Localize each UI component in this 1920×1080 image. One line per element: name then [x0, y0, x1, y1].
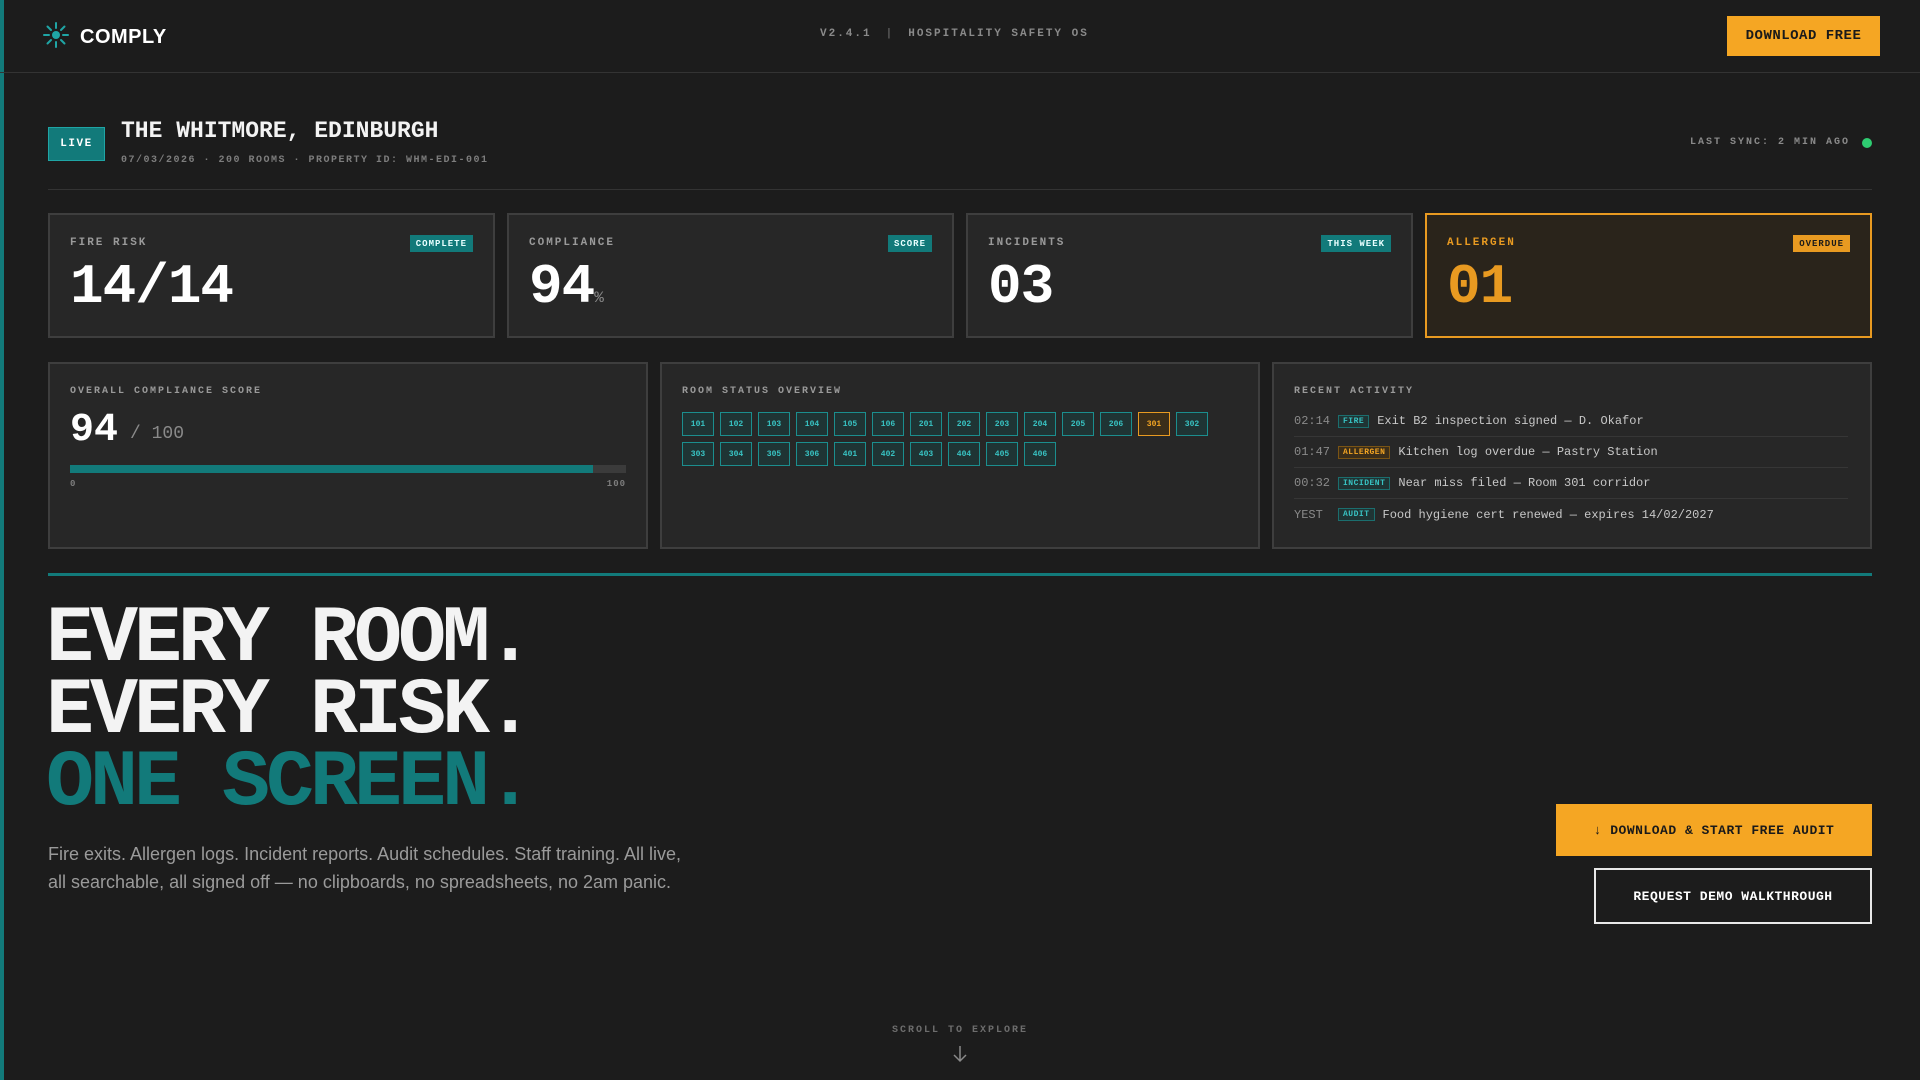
room-cell-201[interactable]: 201	[910, 412, 942, 436]
activity-item[interactable]: YEST AUDIT Food hygiene cert renewed — exp…	[1294, 499, 1848, 530]
property-meta: 07/03/2026 · 200 ROOMS · PROPERTY ID: WH…	[121, 155, 489, 166]
activity-time: 00:32	[1294, 476, 1331, 490]
room-cell-301[interactable]: 301	[1138, 412, 1170, 436]
request-demo-button[interactable]: REQUEST DEMO WALKTHROUGH	[1594, 868, 1872, 924]
recent-activity-panel: RECENT ACTIVITY 02:14 FIRE Exit B2 inspect…	[1272, 362, 1872, 549]
room-cell-101[interactable]: 101	[682, 412, 714, 436]
activity-tag: ALLERGEN	[1338, 445, 1391, 459]
logo-icon	[42, 21, 70, 54]
activity-item[interactable]: 00:32 INCIDENT Near miss filed — Room 301 …	[1294, 468, 1848, 499]
brand-name: COMPLY	[80, 26, 167, 48]
scale-min-label: 0	[70, 479, 77, 489]
kpi-card-compliance[interactable]: COMPLIANCE SCORE 94%	[507, 213, 954, 338]
room-cell-306[interactable]: 306	[796, 442, 828, 466]
kpi-value: 94%	[529, 255, 604, 319]
room-cell-103[interactable]: 103	[758, 412, 790, 436]
room-cell-102[interactable]: 102	[720, 412, 752, 436]
activity-text: Kitchen log overdue — Pastry Station	[1398, 445, 1658, 459]
kpi-card-fire-risk[interactable]: FIRE RISK COMPLETE 14/14	[48, 213, 495, 338]
kpi-tag: THIS WEEK	[1321, 235, 1391, 252]
kpi-tag: COMPLETE	[409, 235, 473, 252]
version-label: V2.4.1	[820, 28, 872, 40]
kpi-label: ALLERGEN	[1447, 237, 1516, 249]
room-cell-203[interactable]: 203	[986, 412, 1018, 436]
room-cell-304[interactable]: 304	[720, 442, 752, 466]
activity-text: Near miss filed — Room 301 corridor	[1398, 476, 1651, 490]
start-free-audit-button[interactable]: ↓ DOWNLOAD & START FREE AUDIT	[1556, 804, 1872, 856]
room-cell-303[interactable]: 303	[682, 442, 714, 466]
kpi-tag: SCORE	[887, 235, 932, 252]
hero-divider	[48, 573, 1872, 576]
kpi-value: 01	[1447, 255, 1513, 319]
activity-text: Exit B2 inspection signed — D. Okafor	[1377, 414, 1644, 428]
room-cell-305[interactable]: 305	[758, 442, 790, 466]
room-cell-401[interactable]: 401	[834, 442, 866, 466]
room-grid: 101 102 103 104 105 106 201 202 203 204 205 206 301 3…	[682, 412, 1242, 466]
activity-text: Food hygiene cert renewed — expires 14/0…	[1382, 507, 1714, 522]
activity-tag: INCIDENT	[1338, 476, 1391, 490]
room-cell-403[interactable]: 403	[910, 442, 942, 466]
room-cell-204[interactable]: 204	[1024, 412, 1056, 436]
kpi-label: FIRE RISK	[70, 237, 148, 249]
top-bar: COMPLY V2.4.1 | HOSPITALITY SAFETY OS DOWN…	[0, 0, 1920, 73]
activity-tag: FIRE	[1338, 414, 1370, 428]
score-value: 94	[70, 408, 119, 453]
room-cell-106[interactable]: 106	[872, 412, 904, 436]
compliance-score-panel: OVERALL COMPLIANCE SCORE 94 / 100 0 100	[48, 362, 648, 549]
room-status-panel: ROOM STATUS OVERVIEW 101 102 103 104 105 106 2…	[660, 362, 1260, 549]
scroll-hint: SCROLL TO EXPLORE	[891, 1025, 1029, 1036]
room-cell-302[interactable]: 302	[1176, 412, 1208, 436]
kpi-value: 03	[988, 255, 1054, 319]
kpi-tag: OVERDUE	[1793, 235, 1850, 252]
version-meta: V2.4.1 | HOSPITALITY SAFETY OS	[820, 28, 1089, 40]
hero-headline-line3: ONE SCREEN.	[46, 738, 534, 829]
activity-time: 02:14	[1294, 414, 1331, 428]
property-header: LIVE THE WHITMORE, EDINBURGH 07/03/2026 …	[48, 118, 1872, 190]
brand[interactable]: COMPLY	[42, 21, 167, 54]
panel-title: ROOM STATUS OVERVIEW	[682, 386, 843, 397]
activity-time: 01:47	[1294, 445, 1331, 459]
live-badge: LIVE	[48, 127, 105, 161]
room-cell-104[interactable]: 104	[796, 412, 828, 436]
room-cell-405[interactable]: 405	[986, 442, 1018, 466]
kpi-value: 14/14	[70, 255, 234, 319]
room-cell-205[interactable]: 205	[1062, 412, 1094, 436]
kpi-label: COMPLIANCE	[529, 237, 616, 249]
room-cell-202[interactable]: 202	[948, 412, 980, 436]
scale-max-label: 100	[606, 479, 626, 489]
room-cell-406[interactable]: 406	[1024, 442, 1056, 466]
download-free-button[interactable]: DOWNLOAD FREE	[1727, 16, 1880, 56]
kpi-unit: %	[594, 289, 604, 307]
kpi-card-incidents[interactable]: INCIDENTS THIS WEEK 03	[966, 213, 1413, 338]
tagline: HOSPITALITY SAFETY OS	[908, 28, 1089, 40]
activity-item[interactable]: 02:14 FIRE Exit B2 inspection signed — D. …	[1294, 406, 1848, 437]
room-cell-404[interactable]: 404	[948, 442, 980, 466]
property-title: THE WHITMORE, EDINBURGH	[121, 118, 439, 144]
room-cell-206[interactable]: 206	[1100, 412, 1132, 436]
room-cell-402[interactable]: 402	[872, 442, 904, 466]
sync-status: LAST SYNC: 2 MIN AGO	[1690, 137, 1872, 148]
hero-description: Fire exits. Allergen logs. Incident repo…	[48, 844, 681, 892]
activity-tag: AUDIT	[1338, 508, 1375, 521]
score-progress-bar	[70, 465, 626, 473]
score-max: / 100	[130, 424, 185, 444]
sync-label: LAST SYNC: 2 MIN AGO	[1689, 137, 1850, 148]
panel-title: RECENT ACTIVITY	[1294, 386, 1415, 397]
kpi-label: INCIDENTS	[988, 237, 1066, 249]
panel-title: OVERALL COMPLIANCE SCORE	[70, 386, 263, 397]
room-cell-105[interactable]: 105	[834, 412, 866, 436]
activity-time: YEST	[1294, 507, 1323, 522]
score-progress-fill	[70, 465, 593, 473]
activity-item[interactable]: 01:47 ALLERGEN Kitchen log overdue — Pastr…	[1294, 437, 1848, 468]
kpi-card-allergen[interactable]: ALLERGEN OVERDUE 01	[1425, 213, 1872, 338]
activity-list: 02:14 FIRE Exit B2 inspection signed — D. …	[1294, 406, 1848, 530]
left-accent-bar	[0, 0, 4, 1080]
arrow-down-icon[interactable]	[950, 1044, 970, 1064]
sync-status-dot	[1862, 137, 1872, 148]
